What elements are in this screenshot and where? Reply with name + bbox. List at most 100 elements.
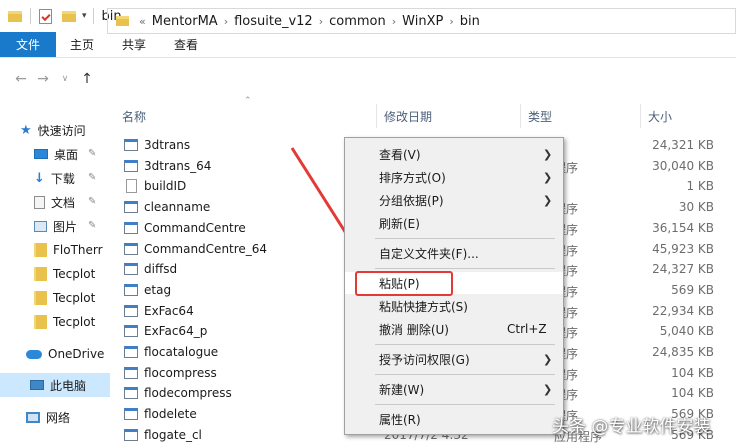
application-icon	[124, 346, 138, 358]
menu-item[interactable]: 授予访问权限(G) ❯	[345, 348, 563, 370]
navigation-pane: ★ 快速访问 桌面 ✎ ↓ 下载 ✎ 文档 ✎ 图片 ✎ FloTherr Te…	[0, 100, 110, 448]
recent-chevron-icon[interactable]: ∨	[54, 74, 76, 84]
file-name: 3dtrans_64	[144, 158, 212, 173]
nav-item-folder[interactable]: Tecplot	[34, 286, 95, 310]
column-divider[interactable]	[520, 104, 521, 128]
nav-item-label: 快速访问	[37, 123, 86, 138]
menu-shortcut: Ctrl+Z	[507, 322, 547, 336]
nav-item-label: FloTherr	[53, 243, 103, 257]
column-type[interactable]: 类型	[528, 104, 552, 128]
nav-item-label: 文档	[51, 195, 76, 210]
column-date[interactable]: 修改日期	[384, 104, 432, 128]
menu-separator	[375, 268, 555, 269]
nav-item-desktop[interactable]: 桌面	[34, 142, 78, 166]
nav-item-onedrive[interactable]: OneDrive	[26, 342, 104, 366]
chevron-right-icon: ❯	[543, 147, 553, 161]
file-name: flogate_cl	[144, 427, 202, 442]
application-icon	[124, 408, 138, 421]
nav-item-label: Tecplot	[53, 291, 96, 305]
menu-item[interactable]: 查看(V) ❯	[345, 143, 563, 165]
file-size: 104 KB	[671, 386, 714, 401]
new-folder-icon[interactable]	[62, 10, 76, 22]
file-name: flodecompress	[144, 386, 232, 401]
chevron-right-icon[interactable]: ›	[224, 15, 228, 28]
column-divider[interactable]	[640, 104, 641, 128]
application-icon	[124, 139, 138, 151]
column-name[interactable]: 名称	[122, 104, 146, 128]
properties-icon[interactable]	[39, 8, 52, 24]
picture-icon	[34, 220, 47, 232]
chevron-right-icon: ❯	[543, 193, 553, 207]
application-icon	[124, 201, 138, 214]
watermark: 头条 @专业软件安装	[552, 417, 711, 437]
chevron-down-icon[interactable]: ▾	[82, 11, 87, 21]
file-icon	[126, 179, 137, 194]
chevron-right-icon: ❯	[543, 352, 553, 366]
menu-item[interactable]: 排序方式(O) ❯	[345, 166, 563, 188]
application-icon	[124, 325, 138, 338]
nav-item-network[interactable]: 网络	[26, 405, 70, 429]
divider	[92, 8, 94, 24]
forward-arrow-icon[interactable]: →	[32, 71, 54, 87]
menu-item[interactable]: 粘贴快捷方式(S)	[345, 295, 563, 317]
menu-item[interactable]: 撤消 删除(U) Ctrl+Z	[345, 318, 563, 340]
nav-item-pictures[interactable]: 图片	[34, 214, 77, 238]
file-name: etag	[144, 282, 172, 297]
file-size: 1 KB	[686, 179, 714, 194]
star-icon: ★	[20, 122, 32, 138]
nav-item-folder[interactable]: Tecplot	[34, 262, 95, 286]
nav-item-folder[interactable]: Tecplot	[34, 310, 95, 334]
application-icon	[124, 242, 138, 255]
menu-item[interactable]: 新建(W) ❯	[345, 378, 563, 400]
file-size: 24,327 KB	[652, 262, 714, 277]
menu-item[interactable]: 刷新(E)	[345, 212, 563, 234]
nav-item-label: 下载	[50, 171, 75, 186]
file-size: 36,154 KB	[652, 220, 714, 235]
application-icon	[124, 283, 138, 296]
breadcrumb-overflow-icon[interactable]: «	[139, 15, 146, 28]
address-bar[interactable]: « MentorMA › flosuite_v12 › common › Win…	[107, 8, 736, 34]
pin-icon[interactable]: ✎	[88, 220, 96, 231]
tab-share[interactable]: 共享	[108, 32, 160, 57]
menu-item-label: 粘贴快捷方式(S)	[379, 299, 468, 314]
up-arrow-icon[interactable]: ↑	[76, 71, 98, 87]
file-size: 5,040 KB	[659, 324, 714, 339]
menu-item-label: 撤消 删除(U)	[379, 322, 449, 337]
nav-item-folder[interactable]: FloTherr	[34, 238, 103, 262]
menu-item[interactable]: 自定义文件夹(F)...	[345, 242, 563, 264]
menu-item-label: 排序方式(O)	[379, 170, 446, 185]
menu-item[interactable]: 属性(R)	[345, 408, 563, 430]
application-icon	[124, 221, 138, 234]
column-divider[interactable]	[376, 104, 377, 128]
chevron-right-icon[interactable]: ›	[392, 15, 396, 28]
column-size[interactable]: 大小	[648, 104, 672, 128]
pin-icon[interactable]: ✎	[88, 148, 96, 159]
pin-icon[interactable]: ✎	[88, 196, 96, 207]
breadcrumb-item[interactable]: bin	[460, 14, 480, 29]
menu-item[interactable]: 分组依据(P) ❯	[345, 189, 563, 211]
breadcrumb-item[interactable]: common	[329, 14, 386, 29]
nav-item-label: OneDrive	[48, 347, 105, 361]
file-name: 3dtrans	[144, 138, 191, 152]
breadcrumb-item[interactable]: WinXP	[402, 14, 443, 29]
nav-item-documents[interactable]: 文档	[34, 190, 75, 214]
nav-item-this-pc[interactable]: 此电脑	[0, 373, 110, 397]
folder-icon	[34, 315, 47, 329]
tab-file[interactable]: 文件	[0, 32, 57, 57]
breadcrumb-item[interactable]: flosuite_v12	[234, 14, 313, 29]
chevron-right-icon[interactable]: ›	[319, 15, 323, 28]
menu-separator	[375, 374, 555, 375]
nav-item-quick-access[interactable]: ★ 快速访问	[20, 118, 86, 142]
back-arrow-icon[interactable]: ←	[10, 71, 32, 87]
pin-icon[interactable]: ✎	[88, 172, 96, 183]
file-name: flocatalogue	[144, 345, 219, 359]
tab-home[interactable]: 主页	[56, 32, 108, 57]
tab-view[interactable]: 查看	[160, 32, 212, 57]
folder-icon	[34, 267, 47, 281]
nav-item-downloads[interactable]: ↓ 下载	[34, 166, 75, 190]
menu-item-label: 授予访问权限(G)	[379, 352, 470, 367]
breadcrumb-item[interactable]: MentorMA	[152, 14, 218, 29]
menu-item-label: 新建(W)	[379, 382, 425, 397]
file-name: diffsd	[144, 262, 178, 277]
chevron-right-icon[interactable]: ›	[449, 15, 453, 28]
